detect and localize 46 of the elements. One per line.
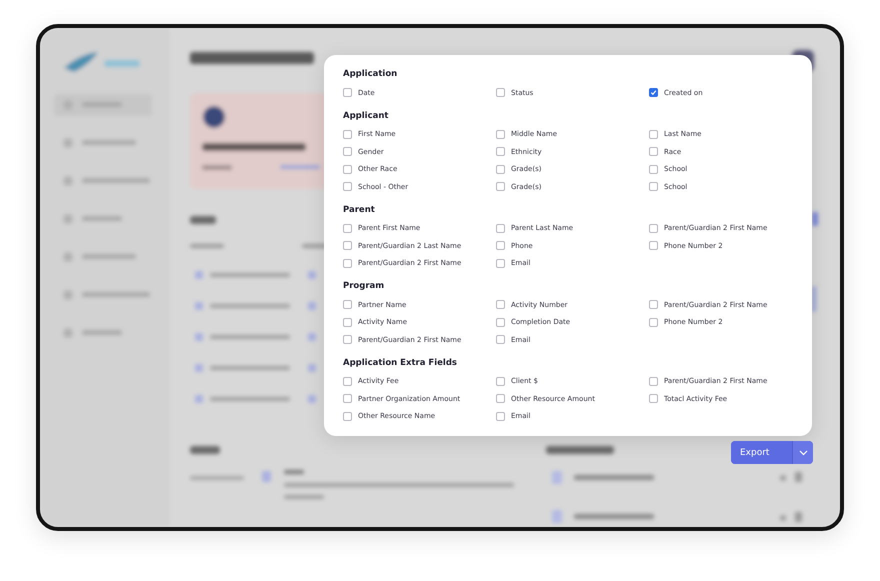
section-title: Application	[343, 69, 398, 81]
checkbox[interactable]	[496, 412, 505, 420]
checkbox[interactable]	[343, 394, 352, 403]
section-title: Parent	[343, 204, 376, 216]
checkbox[interactable]	[649, 147, 658, 156]
checkbox[interactable]	[649, 88, 658, 97]
checkbox[interactable]	[343, 241, 352, 250]
export-button[interactable]: Export	[731, 441, 813, 464]
checkbox[interactable]	[343, 88, 352, 97]
checkbox[interactable]	[496, 182, 505, 191]
section-title: Application Extra Fields	[343, 358, 458, 370]
checkbox[interactable]	[496, 147, 505, 156]
checkbox[interactable]	[496, 376, 505, 386]
checkbox[interactable]	[649, 318, 658, 326]
checkbox[interactable]	[649, 164, 658, 174]
section-title: Applicant	[343, 110, 390, 122]
checkbox[interactable]	[343, 318, 352, 326]
checkbox[interactable]	[649, 241, 658, 250]
section-title: Program	[343, 281, 386, 293]
checkbox[interactable]	[343, 300, 352, 309]
checkbox[interactable]	[649, 300, 658, 309]
checkbox[interactable]	[343, 258, 352, 268]
checkbox[interactable]	[649, 394, 658, 403]
checkbox[interactable]	[343, 224, 352, 232]
checkbox[interactable]	[496, 130, 505, 138]
checkbox[interactable]	[496, 88, 505, 97]
checkbox[interactable]	[343, 412, 352, 420]
checkbox[interactable]	[343, 376, 352, 386]
checkbox[interactable]	[649, 224, 658, 232]
checkbox[interactable]	[496, 394, 505, 403]
checkbox[interactable]	[649, 376, 658, 386]
checkbox[interactable]	[343, 335, 352, 344]
checkbox[interactable]	[496, 164, 505, 174]
checkbox[interactable]	[649, 130, 658, 138]
checkbox[interactable]	[649, 182, 658, 191]
checkbox[interactable]	[496, 318, 505, 326]
checkbox[interactable]	[343, 164, 352, 174]
checkbox[interactable]	[496, 241, 505, 250]
checkbox[interactable]	[343, 147, 352, 156]
checkbox[interactable]	[343, 130, 352, 138]
chevron-down-icon	[798, 450, 808, 456]
checkbox[interactable]	[496, 224, 505, 232]
checkbox[interactable]	[496, 300, 505, 309]
checkbox[interactable]	[343, 182, 352, 191]
checkbox[interactable]	[496, 258, 505, 268]
checkbox[interactable]	[496, 335, 505, 344]
